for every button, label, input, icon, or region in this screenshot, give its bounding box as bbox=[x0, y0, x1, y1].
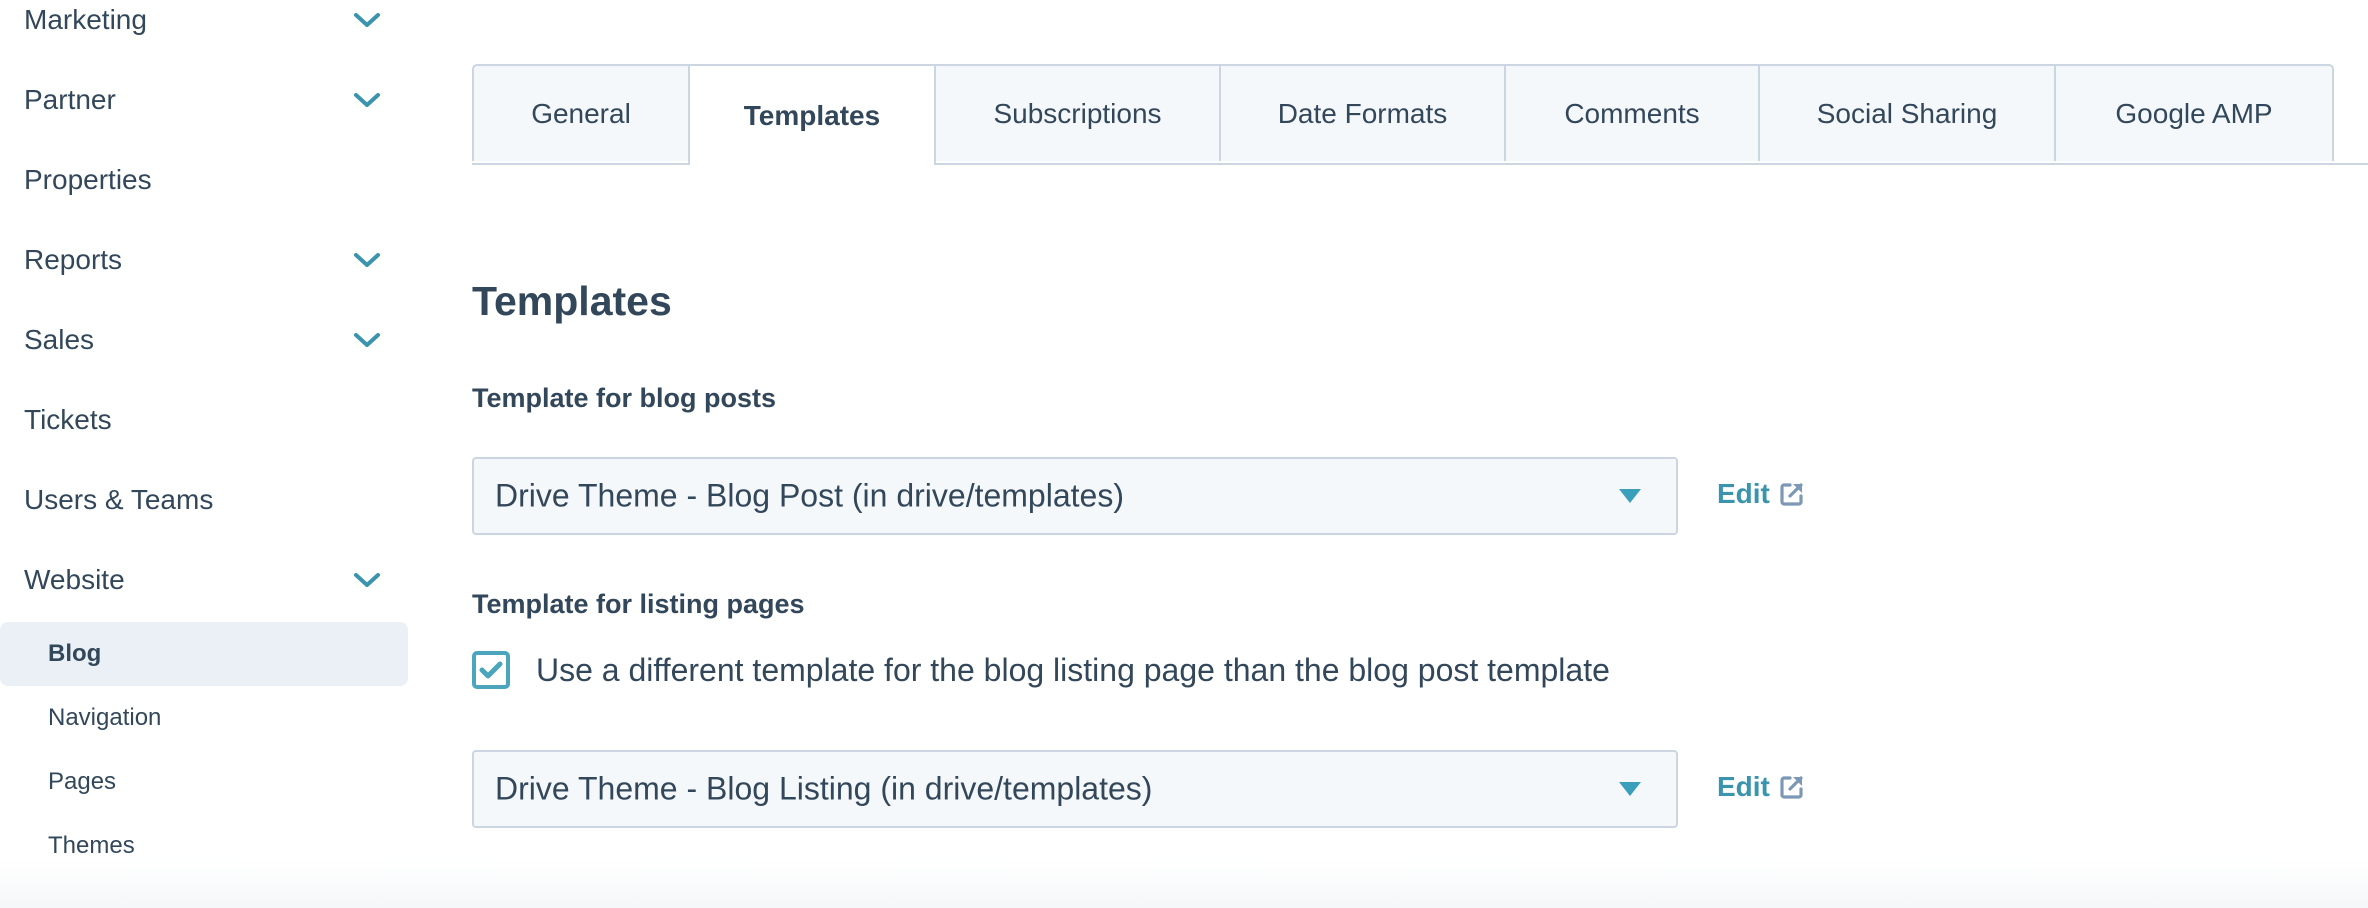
sidebar-item-website[interactable]: Website bbox=[0, 548, 408, 612]
sidebar-item-label: Tickets bbox=[24, 404, 112, 435]
tab-social-sharing[interactable]: Social Sharing bbox=[1758, 64, 2056, 161]
checkmark-icon bbox=[479, 661, 503, 679]
external-link-icon bbox=[1780, 776, 1803, 799]
tab-templates[interactable]: Templates bbox=[688, 64, 936, 165]
settings-sidebar: Marketing Partner Properties Reports Sal… bbox=[0, 0, 408, 908]
sidebar-subitem-pages[interactable]: Pages bbox=[0, 750, 408, 814]
chevron-down-icon bbox=[354, 13, 380, 27]
chevron-down-icon bbox=[354, 333, 380, 347]
sidebar-item-label: Reports bbox=[24, 244, 123, 275]
sidebar-item-label: Partner bbox=[24, 84, 116, 115]
blog-settings-page: Marketing Partner Properties Reports Sal… bbox=[0, 0, 2368, 908]
sidebar-subitem-themes[interactable]: Themes bbox=[0, 814, 408, 878]
listing-template-select[interactable]: Drive Theme - Blog Listing (in drive/tem… bbox=[472, 750, 1678, 828]
tab-date-formats[interactable]: Date Formats bbox=[1219, 64, 1506, 161]
edit-blog-post-template-link[interactable]: Edit bbox=[1717, 478, 1806, 510]
sidebar-item-partner[interactable]: Partner bbox=[0, 68, 408, 132]
edit-link-label: Edit bbox=[1717, 771, 1770, 802]
edit-link-label: Edit bbox=[1717, 478, 1770, 509]
caret-down-icon bbox=[1619, 782, 1641, 796]
sidebar-subitem-label: Themes bbox=[48, 832, 135, 859]
different-listing-template-checkbox[interactable] bbox=[472, 651, 510, 689]
tab-google-amp[interactable]: Google AMP bbox=[2054, 64, 2334, 161]
blog-post-template-select[interactable]: Drive Theme - Blog Post (in drive/templa… bbox=[472, 457, 1678, 535]
sidebar-item-label: Sales bbox=[24, 324, 95, 355]
sidebar-item-label: Properties bbox=[24, 164, 152, 195]
section-title: Templates bbox=[472, 278, 672, 324]
settings-tabs: General Templates Subscriptions Date For… bbox=[472, 64, 2368, 165]
caret-down-icon bbox=[1619, 489, 1641, 503]
sidebar-subitem-label: Pages bbox=[48, 768, 117, 795]
sidebar-item-sales[interactable]: Sales bbox=[0, 308, 408, 372]
blog-post-template-label: Template for blog posts bbox=[472, 383, 777, 413]
sidebar-subitem-label: Blog bbox=[48, 640, 102, 667]
tab-general[interactable]: General bbox=[472, 64, 690, 161]
chevron-down-icon bbox=[354, 253, 380, 267]
sidebar-item-label: Website bbox=[24, 564, 125, 595]
edit-listing-template-link[interactable]: Edit bbox=[1717, 771, 1806, 803]
sidebar-item-label: Users & Teams bbox=[24, 484, 214, 515]
sidebar-item-properties[interactable]: Properties bbox=[0, 148, 408, 212]
tab-comments[interactable]: Comments bbox=[1504, 64, 1760, 161]
sidebar-item-tickets[interactable]: Tickets bbox=[0, 388, 408, 452]
external-link-icon bbox=[1780, 483, 1803, 506]
sidebar-item-reports[interactable]: Reports bbox=[0, 228, 408, 292]
listing-template-value: Drive Theme - Blog Listing (in drive/tem… bbox=[495, 770, 1153, 807]
sidebar-item-label: Marketing bbox=[24, 4, 147, 35]
chevron-down-icon bbox=[354, 573, 380, 587]
listing-template-label: Template for listing pages bbox=[472, 589, 805, 619]
checkbox-label: Use a different template for the blog li… bbox=[536, 651, 1610, 688]
tab-subscriptions[interactable]: Subscriptions bbox=[934, 64, 1221, 161]
sidebar-subitem-blog[interactable]: Blog bbox=[0, 622, 408, 686]
chevron-down-icon bbox=[354, 93, 380, 107]
sidebar-subitem-navigation[interactable]: Navigation bbox=[0, 686, 408, 750]
sidebar-item-users-teams[interactable]: Users & Teams bbox=[0, 468, 408, 532]
sidebar-subitem-label: Navigation bbox=[48, 704, 162, 731]
sidebar-item-marketing[interactable]: Marketing bbox=[0, 0, 408, 52]
blog-post-template-value: Drive Theme - Blog Post (in drive/templa… bbox=[495, 477, 1124, 514]
different-listing-template-option[interactable]: Use a different template for the blog li… bbox=[472, 651, 1610, 689]
